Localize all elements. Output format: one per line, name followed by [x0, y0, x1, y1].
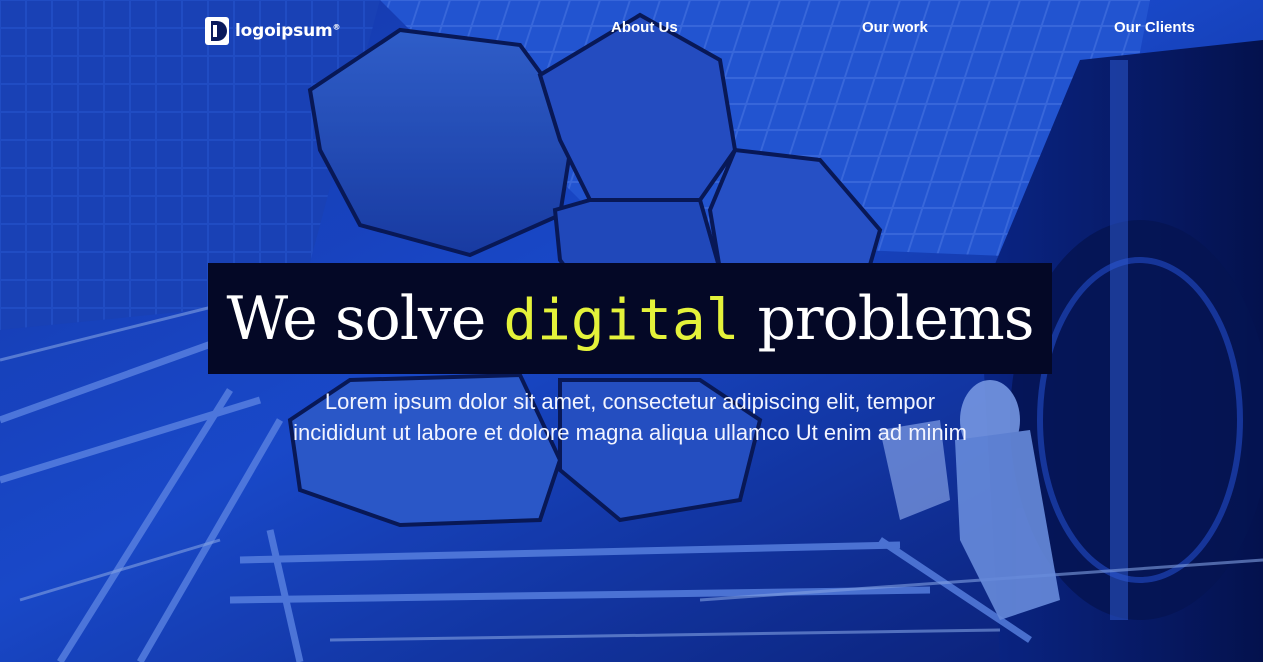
hero-title: We solve digital problems: [226, 283, 1035, 354]
logo-wordmark: logoipsum: [235, 21, 333, 41]
hero-title-accent: digital: [503, 287, 740, 353]
hero-title-box: We solve digital problems: [208, 263, 1052, 374]
logo-link[interactable]: logoipsum®: [205, 17, 341, 45]
nav-our-clients[interactable]: Our Clients: [1114, 19, 1195, 36]
landing-page: logoipsum® About Us Our work Our Clients…: [0, 0, 1263, 662]
logoipsum-mark-icon: [205, 17, 229, 45]
hero-title-part-1: We solve: [226, 283, 504, 354]
nav-our-work[interactable]: Our work: [862, 19, 928, 36]
top-navigation: logoipsum® About Us Our work Our Clients: [0, 0, 1263, 62]
hero-title-part-2: problems: [739, 283, 1035, 354]
nav-about-us[interactable]: About Us: [611, 19, 678, 36]
logo-registered-mark: ®: [332, 22, 341, 32]
hero-subtitle: Lorem ipsum dolor sit amet, consectetur …: [293, 389, 967, 445]
logo-text: logoipsum®: [235, 21, 341, 41]
